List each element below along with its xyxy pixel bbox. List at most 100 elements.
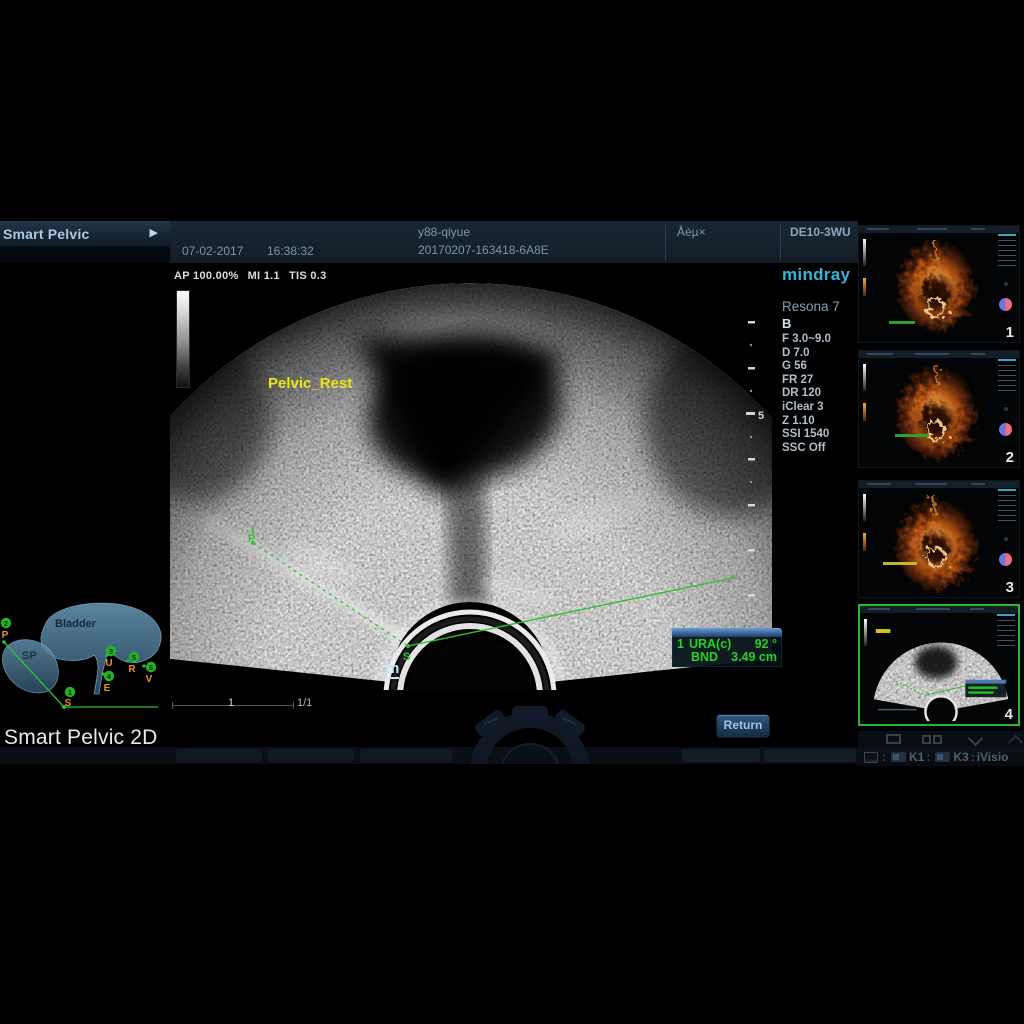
thumbnail-number: 2	[1006, 449, 1014, 466]
exam-date: 07-02-2017	[182, 244, 243, 258]
exam-time: 16:38:32	[267, 244, 314, 258]
patient-name: y88-qiyue	[418, 225, 470, 239]
smart-pelvic-2d-caption: Smart Pelvic 2D	[4, 726, 158, 750]
thumbnail-layout-toolbar	[858, 731, 1024, 748]
mindray-logo: mindray	[782, 265, 858, 285]
thumbnail-render-image	[877, 490, 995, 596]
thumbnail-4-selected[interactable]: 4	[858, 604, 1020, 726]
function-key-bar: : K1 : K3 : iVisio	[858, 748, 1024, 766]
thumbnail-number: 1	[1006, 324, 1014, 341]
param-ssc: SSC Off	[782, 442, 858, 456]
bladder-shape	[41, 603, 161, 694]
thumbnail-render-image	[877, 360, 995, 466]
svg-text:E: E	[104, 683, 111, 694]
thumbnail-tgc-bar	[863, 533, 866, 551]
info-divider	[665, 224, 666, 260]
caliper-p-label: P	[248, 533, 255, 545]
k1-key-icon[interactable]	[891, 752, 906, 762]
param-dynamicrange: DR 120	[782, 387, 858, 401]
grayscale-map-bar	[176, 290, 190, 388]
thumbnail-number: 3	[1006, 579, 1014, 596]
smart-pelvic-menu[interactable]: Smart Pelvic ▶	[0, 221, 170, 247]
hospital-name: Åèµ×	[677, 225, 706, 239]
thumbnail-annotation	[895, 434, 929, 437]
trackball-control[interactable]	[440, 700, 620, 764]
probe-id: DE10-3WU	[790, 225, 851, 239]
sp-label: SP	[22, 650, 37, 662]
thumbnail-marker-dot	[1004, 407, 1008, 411]
svg-text:U: U	[105, 658, 112, 669]
softkey-segment[interactable]	[268, 749, 354, 762]
trackball-ball[interactable]	[500, 744, 560, 764]
thumbnail-annotation	[889, 321, 915, 324]
thumbnail-1[interactable]: 1	[858, 225, 1020, 343]
smart-pelvic-menu-label: Smart Pelvic	[0, 226, 89, 242]
softkey-segment[interactable]	[360, 749, 452, 762]
k3-label[interactable]: K3	[953, 750, 968, 764]
exam-info-bar: 07-02-2017 16:38:32 y88-qiyue 20170207-1…	[170, 221, 858, 263]
measurement-bnd-label: BND	[691, 651, 718, 664]
thumbnail-render-image	[877, 235, 995, 341]
softkey-segment[interactable]	[682, 749, 760, 762]
svg-text:5: 5	[132, 653, 136, 662]
thumbnail-header	[859, 226, 1019, 233]
svg-text:1: 1	[68, 688, 72, 697]
return-button[interactable]: Return	[716, 714, 770, 738]
thumbnail-params	[997, 614, 1015, 650]
softkey-segment[interactable]	[176, 749, 262, 762]
softkey-segment[interactable]	[764, 749, 856, 762]
mode-label: B	[782, 316, 858, 331]
thumbnail-grayscale-bar	[863, 494, 866, 521]
svg-text:V: V	[146, 674, 153, 685]
param-zoom: Z 1.10	[782, 415, 858, 429]
param-framerate: FR 27	[782, 374, 858, 388]
thumbnail-header	[859, 351, 1019, 358]
orientation-sphere-icon	[999, 553, 1012, 566]
imaging-params: F 3.0~9.0 D 7.0 G 56 FR 27 DR 120 iClear…	[782, 333, 858, 455]
measurement-box-titlebar[interactable]	[672, 628, 782, 637]
caliper-s-label: S	[403, 651, 410, 663]
thumbnail-params	[998, 489, 1016, 525]
thumbnail-grayscale-bar	[863, 364, 866, 391]
page-down-icon[interactable]	[968, 731, 984, 747]
param-iclear: iClear 3	[782, 401, 858, 415]
svg-text:2: 2	[4, 619, 8, 628]
measurement-results-box: 1 URA(c) 92 ° BND 3.49 cm	[672, 628, 782, 667]
measurement-bnd-value: 3.49 cm	[731, 651, 777, 664]
bladder-label: Bladder	[55, 618, 97, 630]
thumbnail-bmode-image	[868, 615, 1014, 721]
chevron-right-icon[interactable]: ▶	[150, 226, 158, 239]
exam-id: 20170207-163418-6A8E	[418, 243, 549, 257]
thumbnail-3[interactable]: 3	[858, 480, 1020, 598]
svg-text:6: 6	[149, 663, 153, 672]
k3-key-icon[interactable]	[935, 752, 950, 762]
single-layout-icon[interactable]	[886, 734, 901, 744]
preset-annotation: Pelvic_Rest	[268, 375, 352, 392]
ivision-label[interactable]: iVisio	[977, 750, 1009, 764]
cine-frame-count: 1/1	[297, 697, 312, 709]
thumbnail-tgc-bar	[863, 278, 866, 296]
param-ssi: SSI 1540	[782, 428, 858, 442]
info-divider	[780, 224, 781, 260]
orientation-sphere-icon	[999, 298, 1012, 311]
thumbnail-grayscale-bar	[863, 239, 866, 266]
thumbnail-marker-dot	[1004, 282, 1008, 286]
svg-text:R: R	[128, 664, 136, 675]
k1-label[interactable]: K1	[909, 750, 924, 764]
thumbnail-marker-dot	[1004, 537, 1008, 541]
thumbnail-tgc-bar	[863, 403, 866, 421]
system-model: Resona 7	[782, 299, 858, 314]
thumbnail-params	[998, 359, 1016, 395]
pelvic-floor-diagram: Bladder SP 1 S 2 P 3 U 4 E 5 R 6	[0, 593, 170, 727]
body-marker-m: m	[386, 660, 399, 679]
trackball-top-button[interactable]	[512, 706, 548, 721]
measurement-index: 1	[677, 638, 684, 651]
param-frequency: F 3.0~9.0	[782, 333, 858, 347]
svg-text:3: 3	[109, 647, 113, 656]
menu-underbar	[0, 247, 170, 263]
dual-layout-icon-left[interactable]	[922, 735, 931, 744]
dual-layout-icon-right[interactable]	[933, 735, 942, 744]
thumbnail-2[interactable]: 2	[858, 350, 1020, 468]
thumbnail-annotation	[883, 562, 917, 565]
thumbnail-header	[859, 481, 1019, 488]
